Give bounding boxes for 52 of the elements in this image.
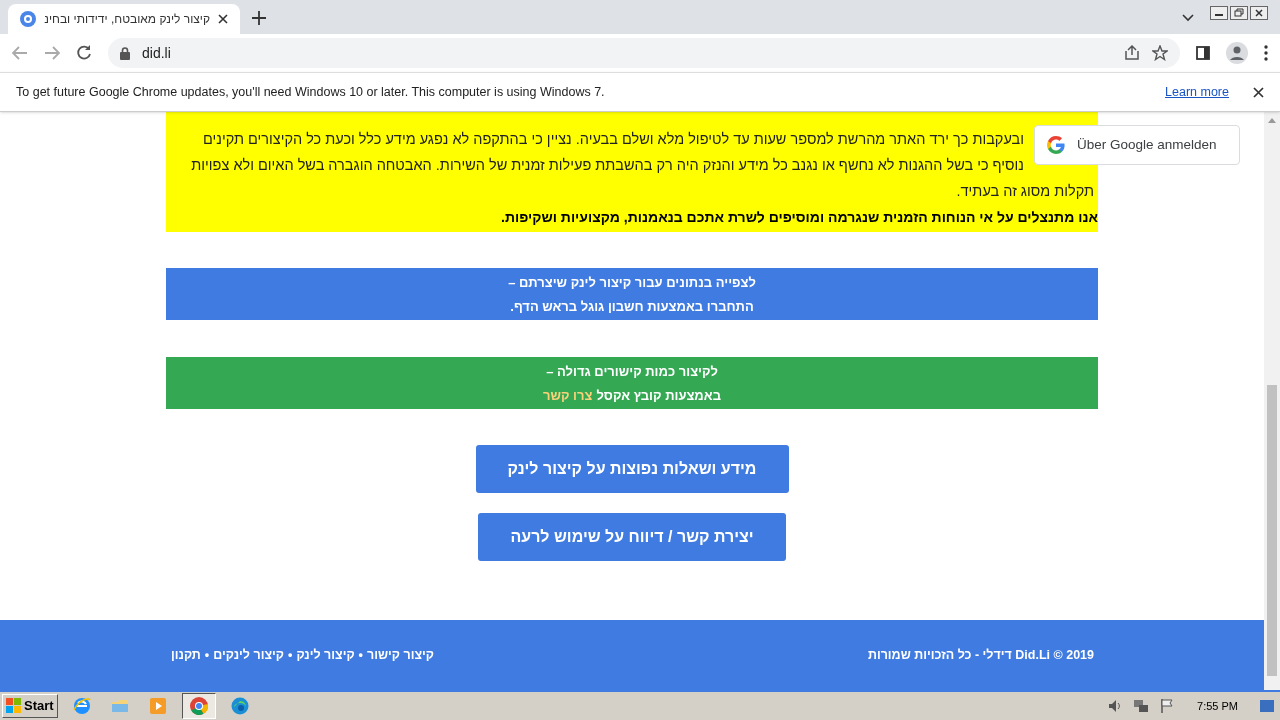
chrome-icon[interactable] [181, 693, 216, 719]
profile-icon[interactable] [1226, 42, 1248, 64]
copyright-text: 2019 © Did.Li דידלי - כל הזכויות שמורות [867, 646, 1094, 664]
bullet-separator: • [288, 646, 293, 664]
lock-icon [120, 46, 130, 60]
bullet-separator: • [204, 646, 210, 664]
footer-link[interactable]: קיצור לינקים [213, 645, 284, 665]
share-icon[interactable] [1124, 45, 1140, 61]
browser-e-icon[interactable] [71, 696, 92, 716]
banner-text: לצפייה בנתונים עבור קיצור לינק שיצרתם – [508, 274, 756, 290]
scrollbar[interactable] [1264, 112, 1280, 690]
star-icon[interactable] [1152, 45, 1168, 61]
notice-text: נוסיף כי בשל ההגנות לא נחשף או נגנב כל מידע והנזק היה רק בהשבתת פעילות זמנית של השירות. האבטחה הוגברה בשל האיום ולא צפויות [191, 156, 1024, 175]
site-icon [20, 11, 36, 27]
start-button[interactable]: Start [2, 694, 58, 718]
scroll-thumb[interactable] [1267, 385, 1277, 676]
menu-icon[interactable] [1264, 45, 1268, 61]
windows-logo-icon [6, 698, 22, 714]
network-icon[interactable] [1133, 698, 1150, 714]
google-g-icon [1047, 136, 1065, 154]
address-bar[interactable]: did.li [108, 38, 1180, 68]
reload-icon[interactable] [76, 45, 92, 61]
clock-text: 7:55 PM [1197, 698, 1238, 714]
close-icon[interactable] [1253, 86, 1264, 98]
contact-link[interactable]: צרו קשר [543, 387, 593, 403]
apology-text: אנו מתנצלים על אי הנוחות הזמנית שנגרמה ומוסיפים לשרת אתכם בנאמנות, מקצועיות ושקיפות. [500, 208, 1098, 227]
footer-link[interactable]: קיצור לינק [296, 645, 355, 665]
learn-more-link[interactable]: Learn more [1165, 82, 1229, 102]
minimize-icon[interactable] [1210, 6, 1228, 20]
edge-icon[interactable] [229, 696, 250, 716]
chevron-down-icon[interactable] [1182, 14, 1194, 22]
tab-title: קיצור לינק מאובטח, ידידותי ובחינ [44, 11, 210, 28]
bullet-separator: • [358, 646, 363, 664]
restore-icon[interactable] [1230, 6, 1248, 20]
new-tab-icon[interactable] [252, 11, 266, 25]
close-icon[interactable] [1250, 6, 1268, 20]
notice-text: תקלות מסוג זה בעתיד. [956, 182, 1094, 201]
link-button[interactable]: מידע ושאלות נפוצות על קיצור לינק [475, 445, 789, 493]
flag-icon[interactable] [1159, 698, 1176, 714]
browser-tab[interactable]: קיצור לינק מאובטח, ידידותי ובחינ [8, 4, 240, 34]
update-message: To get future Google Chrome updates, you'll need Windows 10 or later. This computer is using Windows 7. [16, 83, 606, 101]
banner-text: באמצעות קובץ אקסל [596, 387, 721, 403]
footer-link[interactable]: תקנון [171, 645, 201, 665]
notice-text: ובעקבות כך ירד האתר מהרשת למספר שעות עד לטיפול מלא ושלם בבעיה. נציין כי בהתקפה לא נפגע מידע כלל וכעת כל הקיצורים תקינים [202, 130, 1024, 149]
link-button[interactable]: יצירת קשר / דיווח על שימוש לרעה [478, 513, 786, 561]
google-signin-button[interactable]: Über Google anmelden [1034, 125, 1240, 165]
footer-link[interactable]: קיצור קישור [367, 645, 434, 665]
side-panel-icon[interactable] [1196, 46, 1210, 60]
url-text: did.li [142, 43, 172, 63]
banner-text: לקיצור כמות קישורים גדולה – [546, 363, 718, 379]
close-icon[interactable] [218, 14, 228, 24]
banner-text: התחברו באמצעות חשבון גוגל בראש הדף. [510, 298, 754, 314]
